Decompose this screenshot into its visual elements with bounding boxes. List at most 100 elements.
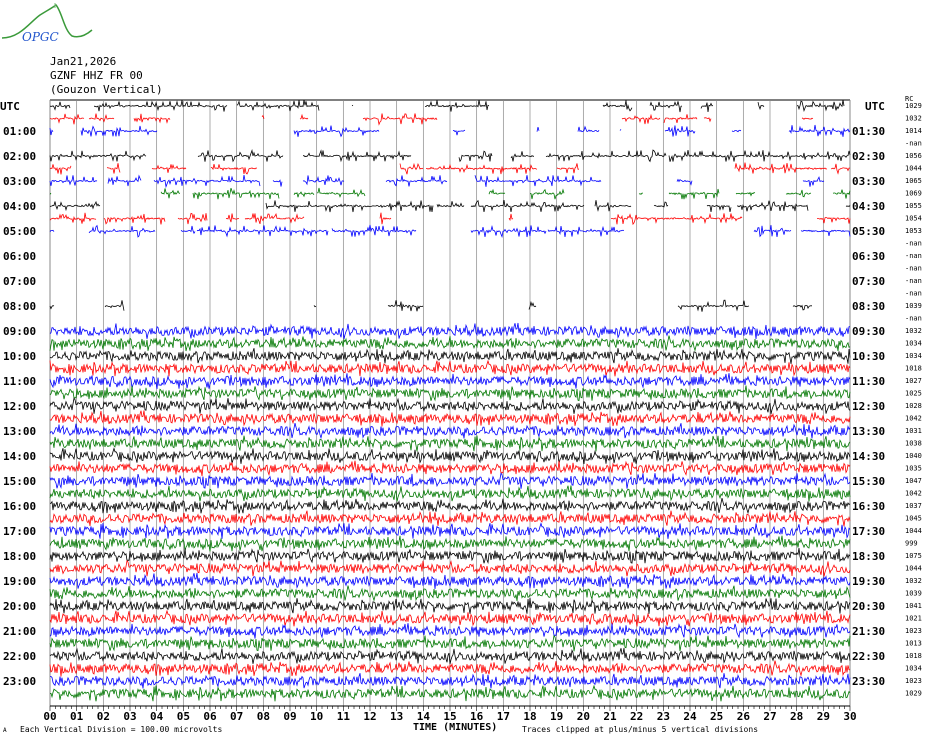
x-tick-label: 09 xyxy=(283,710,296,723)
row-rc-value: -nan xyxy=(905,240,922,248)
row-rc-value: 1039 xyxy=(905,590,922,598)
row-rc-value: 1029 xyxy=(905,102,922,110)
left-time-label: 04:00 xyxy=(3,200,36,213)
right-time-label: 09:30 xyxy=(852,325,885,338)
row-rc-value: 1034 xyxy=(905,340,922,348)
x-tick-label: 30 xyxy=(843,710,856,723)
left-time-label: 21:00 xyxy=(3,625,36,638)
row-rc-value: 1025 xyxy=(905,390,922,398)
clip-note: Traces clipped at plus/minus 5 vertical … xyxy=(522,725,759,734)
row-rc-value: 1034 xyxy=(905,665,922,673)
left-time-label: 20:00 xyxy=(3,600,36,613)
row-rc-value: 1069 xyxy=(905,190,922,198)
row-rc-value: 1032 xyxy=(905,577,922,585)
left-time-label: 06:00 xyxy=(3,250,36,263)
right-time-label: 19:30 xyxy=(852,575,885,588)
x-tick-label: 07 xyxy=(230,710,243,723)
x-tick-label: 28 xyxy=(790,710,803,723)
left-time-label: 09:00 xyxy=(3,325,36,338)
x-tick-label: 10 xyxy=(310,710,323,723)
row-rc-value: -nan xyxy=(905,140,922,148)
row-rc-value: 1031 xyxy=(905,427,922,435)
left-time-label: 19:00 xyxy=(3,575,36,588)
left-time-label: 14:00 xyxy=(3,450,36,463)
trace-row-0 xyxy=(49,99,845,113)
right-time-label: 03:30 xyxy=(852,175,885,188)
row-rc-value: 1039 xyxy=(905,302,922,310)
row-rc-value: 1075 xyxy=(905,552,922,560)
left-time-label: 11:00 xyxy=(3,375,36,388)
right-time-label: 10:30 xyxy=(852,350,885,363)
x-tick-label: 18 xyxy=(523,710,536,723)
row-rc-value: 1042 xyxy=(905,490,922,498)
row-rc-value: 1044 xyxy=(905,165,922,173)
trace-row-6 xyxy=(49,174,825,189)
x-tick-label: 26 xyxy=(737,710,751,723)
left-time-label: 12:00 xyxy=(3,400,36,413)
right-time-label: 04:30 xyxy=(852,200,885,213)
x-axis-title: TIME (MINUTES) xyxy=(413,722,498,733)
row-rc-value: 1038 xyxy=(905,440,922,448)
row-rc-value: 1013 xyxy=(905,640,922,648)
right-time-label: UTC xyxy=(865,100,885,113)
right-time-label: 21:30 xyxy=(852,625,885,638)
trace-row-1 xyxy=(49,113,814,126)
left-time-label: 10:00 xyxy=(3,350,36,363)
row-rc-value: 1018 xyxy=(905,365,922,373)
helicorder-plot: UTC UTC 1029103201:00 01:30 1014-nan02:00 02:… xyxy=(0,95,922,723)
x-tick-label: 24 xyxy=(683,710,697,723)
row-rc-value: -nan xyxy=(905,277,922,285)
row-rc-value: 999 xyxy=(905,540,918,548)
right-time-label: 08:30 xyxy=(852,300,885,313)
x-tick-label: 00 xyxy=(43,710,56,723)
row-rc-value: 1032 xyxy=(905,115,922,123)
row-rc-value: 1018 xyxy=(905,652,922,660)
x-tick-label: 01 xyxy=(70,710,84,723)
right-time-label: 02:30 xyxy=(852,150,885,163)
row-rc-value: 1041 xyxy=(905,602,922,610)
x-tick-label: 17 xyxy=(497,710,510,723)
x-tick-label: 29 xyxy=(817,710,830,723)
row-rc-value: 1055 xyxy=(905,202,922,210)
row-rc-value: -nan xyxy=(905,252,922,260)
left-time-label: 18:00 xyxy=(3,550,36,563)
row-rc-value: 1034 xyxy=(905,352,922,360)
x-tick-label: 22 xyxy=(630,710,643,723)
left-time-label: UTC xyxy=(0,100,20,113)
left-time-label: 03:00 xyxy=(3,175,36,188)
row-rc-value: 1044 xyxy=(905,565,922,573)
right-time-label: 17:30 xyxy=(852,525,885,538)
row-rc-value: 1023 xyxy=(905,627,922,635)
row-rc-value: -nan xyxy=(905,265,922,273)
x-tick-label: 11 xyxy=(337,710,351,723)
left-time-label: 15:00 xyxy=(3,475,36,488)
row-rc-value: 1047 xyxy=(905,477,922,485)
row-rc-value: -nan xyxy=(905,290,922,298)
row-rc-value: 1056 xyxy=(905,152,922,160)
row-rc-value: 1037 xyxy=(905,502,922,510)
x-tick-label: 19 xyxy=(550,710,563,723)
row-rc-value: 1029 xyxy=(905,690,922,698)
row-rc-value: 1021 xyxy=(905,615,922,623)
row-rc-value: 1035 xyxy=(905,465,922,473)
x-tick-label: 02 xyxy=(97,710,110,723)
row-rc-value: 1045 xyxy=(905,515,922,523)
row-rc-value: 1040 xyxy=(905,452,922,460)
row-rc-value: 1044 xyxy=(905,527,922,535)
trace-row-16 xyxy=(49,299,812,312)
x-tick-label: 27 xyxy=(763,710,776,723)
row-rc-value: 1065 xyxy=(905,177,922,185)
row-rc-value: 1028 xyxy=(905,402,922,410)
right-time-label: 05:30 xyxy=(852,225,885,238)
corner-mark: A xyxy=(3,727,7,734)
right-time-label: 23:30 xyxy=(852,675,885,688)
x-tick-label: 08 xyxy=(257,710,270,723)
right-time-label: 16:30 xyxy=(852,500,885,513)
right-time-label: 06:30 xyxy=(852,250,885,263)
row-rc-value: 1042 xyxy=(905,415,922,423)
right-time-label: 11:30 xyxy=(852,375,885,388)
x-tick-label: 06 xyxy=(203,710,217,723)
x-tick-label: 20 xyxy=(577,710,590,723)
x-tick-label: 03 xyxy=(123,710,136,723)
left-time-label: 16:00 xyxy=(3,500,36,513)
